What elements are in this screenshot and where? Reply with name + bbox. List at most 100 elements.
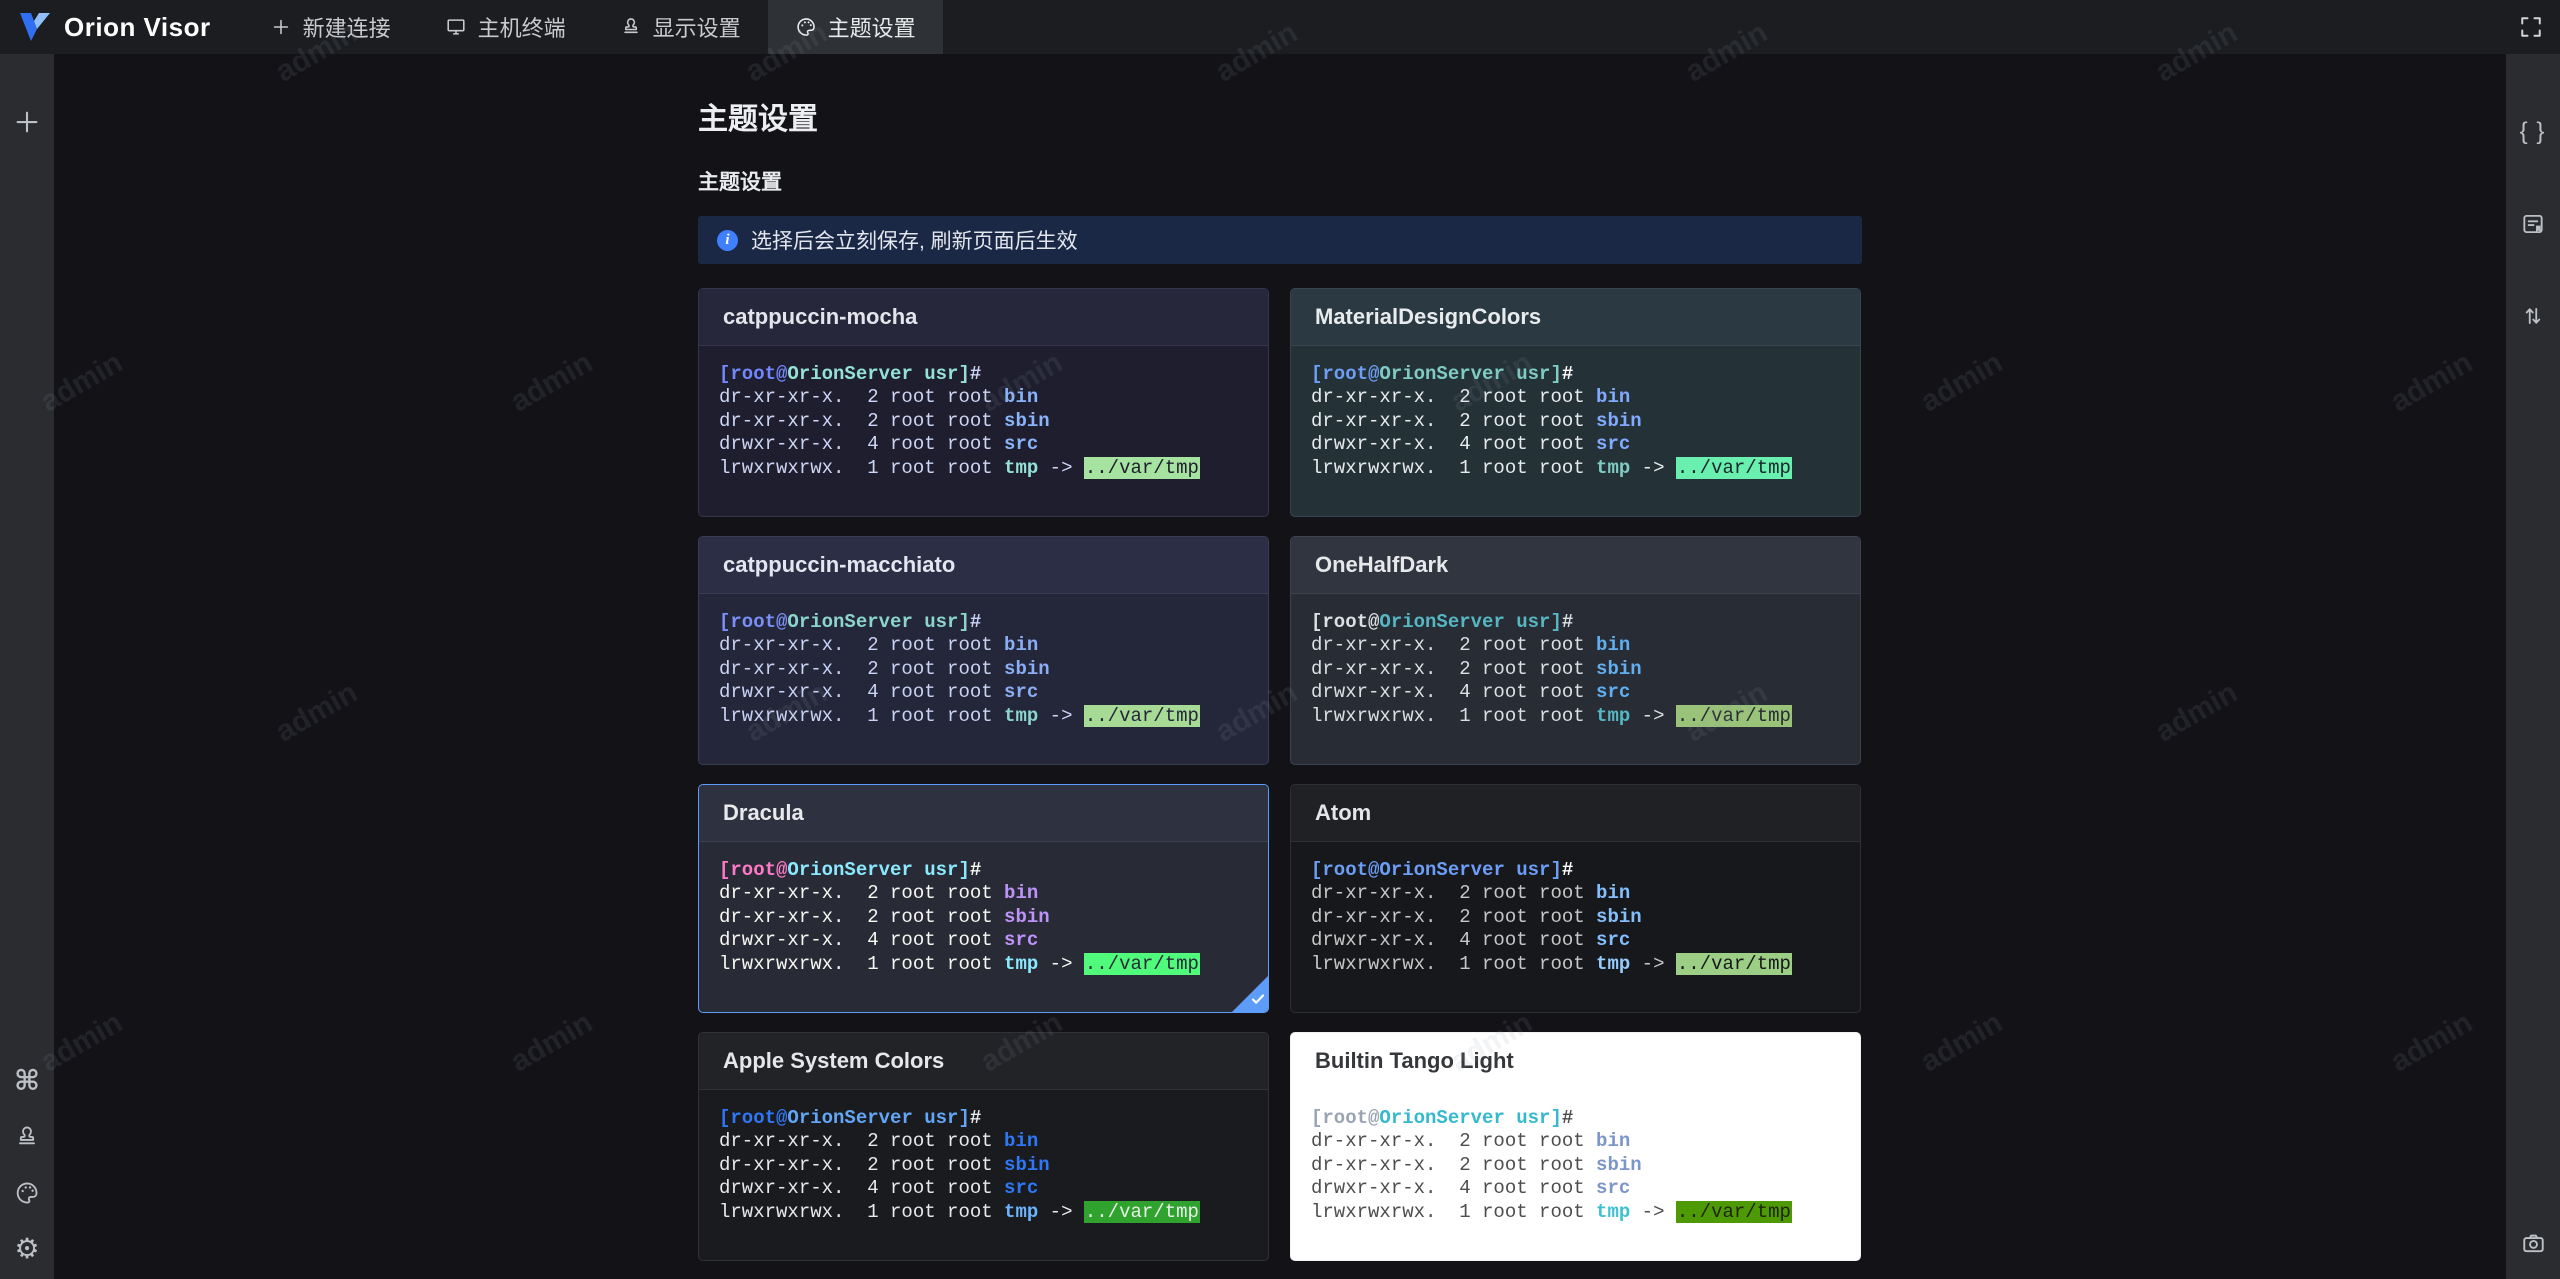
terminal-prompt-line: [root@OrionServer usr]# <box>1311 859 1840 882</box>
tab-label: 显示设置 <box>652 16 741 41</box>
tab-bar: 新建连接 主机终端 显示设置 主题设置 <box>243 0 943 54</box>
theme-card[interactable]: catppuccin-mocha [root@OrionServer usr]#… <box>698 288 1269 517</box>
terminal-prompt-line: [root@OrionServer usr]# <box>1311 1107 1840 1130</box>
terminal-row: dr-xr-xr-x. 2 root root sbin <box>1311 906 1840 929</box>
fullscreen-icon <box>2521 17 2541 37</box>
prompt-symbol: # <box>969 859 982 881</box>
theme-card[interactable]: Atom [root@OrionServer usr]# dr-xr-xr-x. … <box>1290 784 1861 1013</box>
settings-button[interactable]: ⚙ <box>7 1229 47 1269</box>
row-arrow: -> <box>1630 1200 1676 1223</box>
terminal-row: dr-xr-xr-x. 2 root root sbin <box>1311 658 1840 681</box>
palette-icon <box>16 1182 38 1204</box>
terminal-row: lrwxrwxrwx. 1 root root tmp -> ../var/tm… <box>1311 952 1840 976</box>
prompt-symbol: # <box>969 1107 982 1129</box>
doc-bookmark-icon <box>2523 214 2543 234</box>
row-filename: sbin <box>1596 905 1642 928</box>
tab-theme-settings[interactable]: 主题设置 <box>767 0 943 54</box>
terminal-row: lrwxrwxrwx. 1 root root tmp -> ../var/tm… <box>719 456 1248 480</box>
row-filename: src <box>1004 929 1039 952</box>
theme-card[interactable]: Builtin Tango Light [root@OrionServer us… <box>1290 1032 1861 1261</box>
palette-icon <box>797 18 815 36</box>
left-sidebar-bottom: ⌘ ⚙ <box>7 1061 47 1269</box>
theme-card-header: OneHalfDark <box>1291 537 1860 594</box>
prompt-user: [root@ <box>1311 1107 1380 1129</box>
row-prefix: dr-xr-xr-x. 2 root root <box>719 905 1005 928</box>
app-logo: Orion Visor <box>18 11 211 43</box>
row-prefix: dr-xr-xr-x. 2 root root <box>719 882 1005 905</box>
row-symlink-target: ../var/tmp <box>1083 1200 1200 1223</box>
prompt-user: [root@ <box>1311 363 1380 385</box>
row-prefix: lrwxrwxrwx. 1 root root <box>1311 456 1597 479</box>
fullscreen-button[interactable] <box>2517 13 2545 41</box>
row-prefix: drwxr-xr-x. 4 root root <box>1311 929 1597 952</box>
row-symlink-target: ../var/tmp <box>1675 704 1792 727</box>
prompt-user: [root@ <box>1311 859 1380 881</box>
row-filename: bin <box>1596 634 1631 657</box>
row-filename: bin <box>1004 1130 1039 1153</box>
theme-card[interactable]: MaterialDesignColors [root@OrionServer u… <box>1290 288 1861 517</box>
snippets-button[interactable] <box>2513 204 2553 244</box>
row-filename: bin <box>1596 1130 1631 1153</box>
tab-new-connection[interactable]: 新建连接 <box>243 0 418 54</box>
terminal-row: lrwxrwxrwx. 1 root root tmp -> ../var/tm… <box>719 1200 1248 1224</box>
theme-card[interactable]: Dracula [root@OrionServer usr]# dr-xr-xr-… <box>698 784 1269 1013</box>
monitor-icon <box>447 19 465 35</box>
row-prefix: lrwxrwxrwx. 1 root root <box>1311 704 1597 727</box>
row-symlink-target: ../var/tmp <box>1083 952 1200 975</box>
command-shortcut-button[interactable]: ⌘ <box>7 1061 47 1101</box>
transfer-button[interactable] <box>2513 296 2553 336</box>
row-arrow: -> <box>1038 1200 1084 1223</box>
terminal-preview: [root@OrionServer usr]# dr-xr-xr-x. 2 roo… <box>1291 842 1860 1012</box>
terminal-row: drwxr-xr-x. 4 root root src <box>1311 1177 1840 1200</box>
row-prefix: lrwxrwxrwx. 1 root root <box>719 952 1005 975</box>
prompt-user: [root@ <box>719 611 788 633</box>
terminal-row: drwxr-xr-x. 4 root root src <box>719 1177 1248 1200</box>
terminal-row: dr-xr-xr-x. 2 root root bin <box>719 1130 1248 1153</box>
row-prefix: drwxr-xr-x. 4 root root <box>1311 1177 1597 1200</box>
variables-button[interactable]: { } <box>2513 112 2553 152</box>
theme-card-title: MaterialDesignColors <box>1315 304 1542 329</box>
terminal-prompt-line: [root@OrionServer usr]# <box>1311 611 1840 634</box>
stamp-icon <box>19 1126 35 1145</box>
theme-card[interactable]: Apple System Colors [root@OrionServer us… <box>698 1032 1269 1261</box>
section-title: 主题设置 <box>698 171 782 194</box>
row-filename: sbin <box>1596 657 1642 680</box>
row-prefix: lrwxrwxrwx. 1 root root <box>1311 1200 1597 1223</box>
theme-card[interactable]: catppuccin-macchiato [root@OrionServer u… <box>698 536 1269 765</box>
theme-card-title: Apple System Colors <box>723 1048 945 1073</box>
terminal-row: lrwxrwxrwx. 1 root root tmp -> ../var/tm… <box>719 952 1248 976</box>
row-prefix: drwxr-xr-x. 4 root root <box>719 929 1005 952</box>
prompt-symbol: # <box>1561 1107 1574 1129</box>
terminal-row: drwxr-xr-x. 4 root root src <box>719 681 1248 704</box>
theme-card-header: Apple System Colors <box>699 1033 1268 1090</box>
display-settings-button[interactable] <box>7 1117 47 1157</box>
terminal-prompt-line: [root@OrionServer usr]# <box>719 611 1248 634</box>
screenshot-button[interactable] <box>2513 1223 2553 1263</box>
terminal-row: lrwxrwxrwx. 1 root root tmp -> ../var/tm… <box>1311 1200 1840 1224</box>
theme-card-header: catppuccin-mocha <box>699 289 1268 346</box>
row-prefix: dr-xr-xr-x. 2 root root <box>719 1130 1005 1153</box>
tab-display-settings[interactable]: 显示设置 <box>593 0 768 54</box>
add-connection-button[interactable] <box>7 102 47 142</box>
tab-host-terminal[interactable]: 主机终端 <box>418 0 593 54</box>
row-filename: tmp <box>1004 704 1039 727</box>
row-arrow: -> <box>1038 952 1084 975</box>
page-title: 主题设置 <box>698 103 818 136</box>
theme-card-title: Atom <box>1315 800 1372 825</box>
prompt-host: OrionServer usr] <box>787 1107 970 1129</box>
theme-card[interactable]: OneHalfDark [root@OrionServer usr]# dr-xr… <box>1290 536 1861 765</box>
terminal-row: lrwxrwxrwx. 1 root root tmp -> ../var/tm… <box>1311 704 1840 728</box>
row-prefix: dr-xr-xr-x. 2 root root <box>719 386 1005 409</box>
theme-settings-button[interactable] <box>7 1173 47 1213</box>
prompt-symbol: # <box>1561 611 1574 633</box>
row-filename: tmp <box>1596 952 1631 975</box>
row-filename: bin <box>1004 882 1039 905</box>
terminal-row: dr-xr-xr-x. 2 root root bin <box>1311 882 1840 905</box>
row-filename: src <box>1004 681 1039 704</box>
prompt-host: OrionServer usr] <box>787 363 970 385</box>
prompt-symbol: # <box>1561 859 1574 881</box>
terminal-row: dr-xr-xr-x. 2 root root sbin <box>1311 410 1840 433</box>
alert-text: 选择后会立刻保存, 刷新页面后生效 <box>751 230 1078 253</box>
row-prefix: lrwxrwxrwx. 1 root root <box>719 456 1005 479</box>
gear-icon: ⚙ <box>14 1233 40 1264</box>
